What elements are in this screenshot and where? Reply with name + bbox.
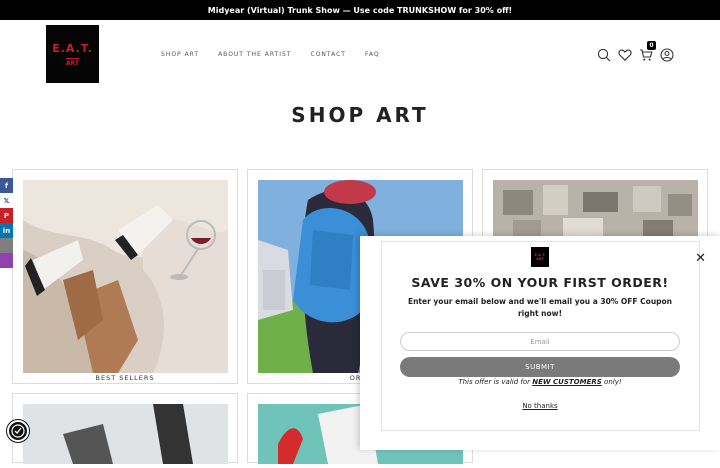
x-icon[interactable]: 𝕏 <box>0 193 13 208</box>
heart-icon[interactable] <box>618 47 632 61</box>
collection-image <box>23 404 228 464</box>
header-icons: 0 <box>597 41 674 62</box>
no-thanks-link[interactable]: No thanks <box>360 402 720 410</box>
nav-contact[interactable]: CONTACT <box>311 51 346 58</box>
logo-subtext: ART <box>65 57 80 67</box>
more-icon[interactable] <box>0 253 13 268</box>
nav-faq[interactable]: FAQ <box>365 51 380 58</box>
cart-icon[interactable]: 0 <box>639 41 656 61</box>
collection-card-4[interactable] <box>12 393 238 464</box>
cart-count-badge: 0 <box>647 41 656 50</box>
pinterest-icon[interactable]: P <box>0 208 13 223</box>
offer-note-highlight: NEW CUSTOMERS <box>532 378 602 386</box>
email-icon[interactable] <box>0 238 13 253</box>
account-icon[interactable] <box>660 47 674 62</box>
close-icon[interactable]: ✕ <box>695 251 706 266</box>
site-logo[interactable]: E.A.T. ART <box>46 25 99 83</box>
email-field[interactable] <box>400 332 680 351</box>
announcement-text: Midyear (Virtual) Trunk Show — Use code … <box>207 5 513 15</box>
linkedin-icon[interactable]: in <box>0 223 13 238</box>
collection-card-best-sellers[interactable]: BEST SELLERS <box>12 169 238 384</box>
popup-logo-subtext: ART <box>536 257 544 261</box>
nav-shop-art[interactable]: SHOP ART <box>161 51 199 58</box>
popup-title: SAVE 30% ON YOUR FIRST ORDER! <box>411 275 669 290</box>
popup-description: Enter your email below and we'll email y… <box>407 297 673 318</box>
offer-note-prefix: This offer is valid for <box>458 378 533 386</box>
main-nav: SHOP ART ABOUT THE ARTIST CONTACT FAQ <box>161 51 399 58</box>
collection-image <box>23 180 228 373</box>
nav-about-the-artist[interactable]: ABOUT THE ARTIST <box>218 51 291 58</box>
logo-text: E.A.T. <box>52 41 93 55</box>
facebook-icon[interactable]: f <box>0 178 13 193</box>
popup-logo: E.A.T. ART <box>531 247 549 267</box>
email-signup-popup: ✕ E.A.T. ART SAVE 30% ON YOUR FIRST ORDE… <box>360 236 720 450</box>
accessibility-icon[interactable] <box>7 420 29 442</box>
page-title: SHOP ART <box>291 103 429 127</box>
offer-note-suffix: only! <box>601 378 622 386</box>
submit-button[interactable]: SUBMIT <box>400 357 680 377</box>
search-icon[interactable] <box>597 47 611 62</box>
site-header: E.A.T. ART SHOP ART ABOUT THE ARTIST CON… <box>0 20 720 90</box>
offer-note: This offer is valid for NEW CUSTOMERS on… <box>360 378 720 386</box>
social-share-bar: f 𝕏 P in <box>0 178 13 268</box>
announcement-bar: Midyear (Virtual) Trunk Show — Use code … <box>0 0 720 20</box>
collection-caption: BEST SELLERS <box>95 374 155 382</box>
